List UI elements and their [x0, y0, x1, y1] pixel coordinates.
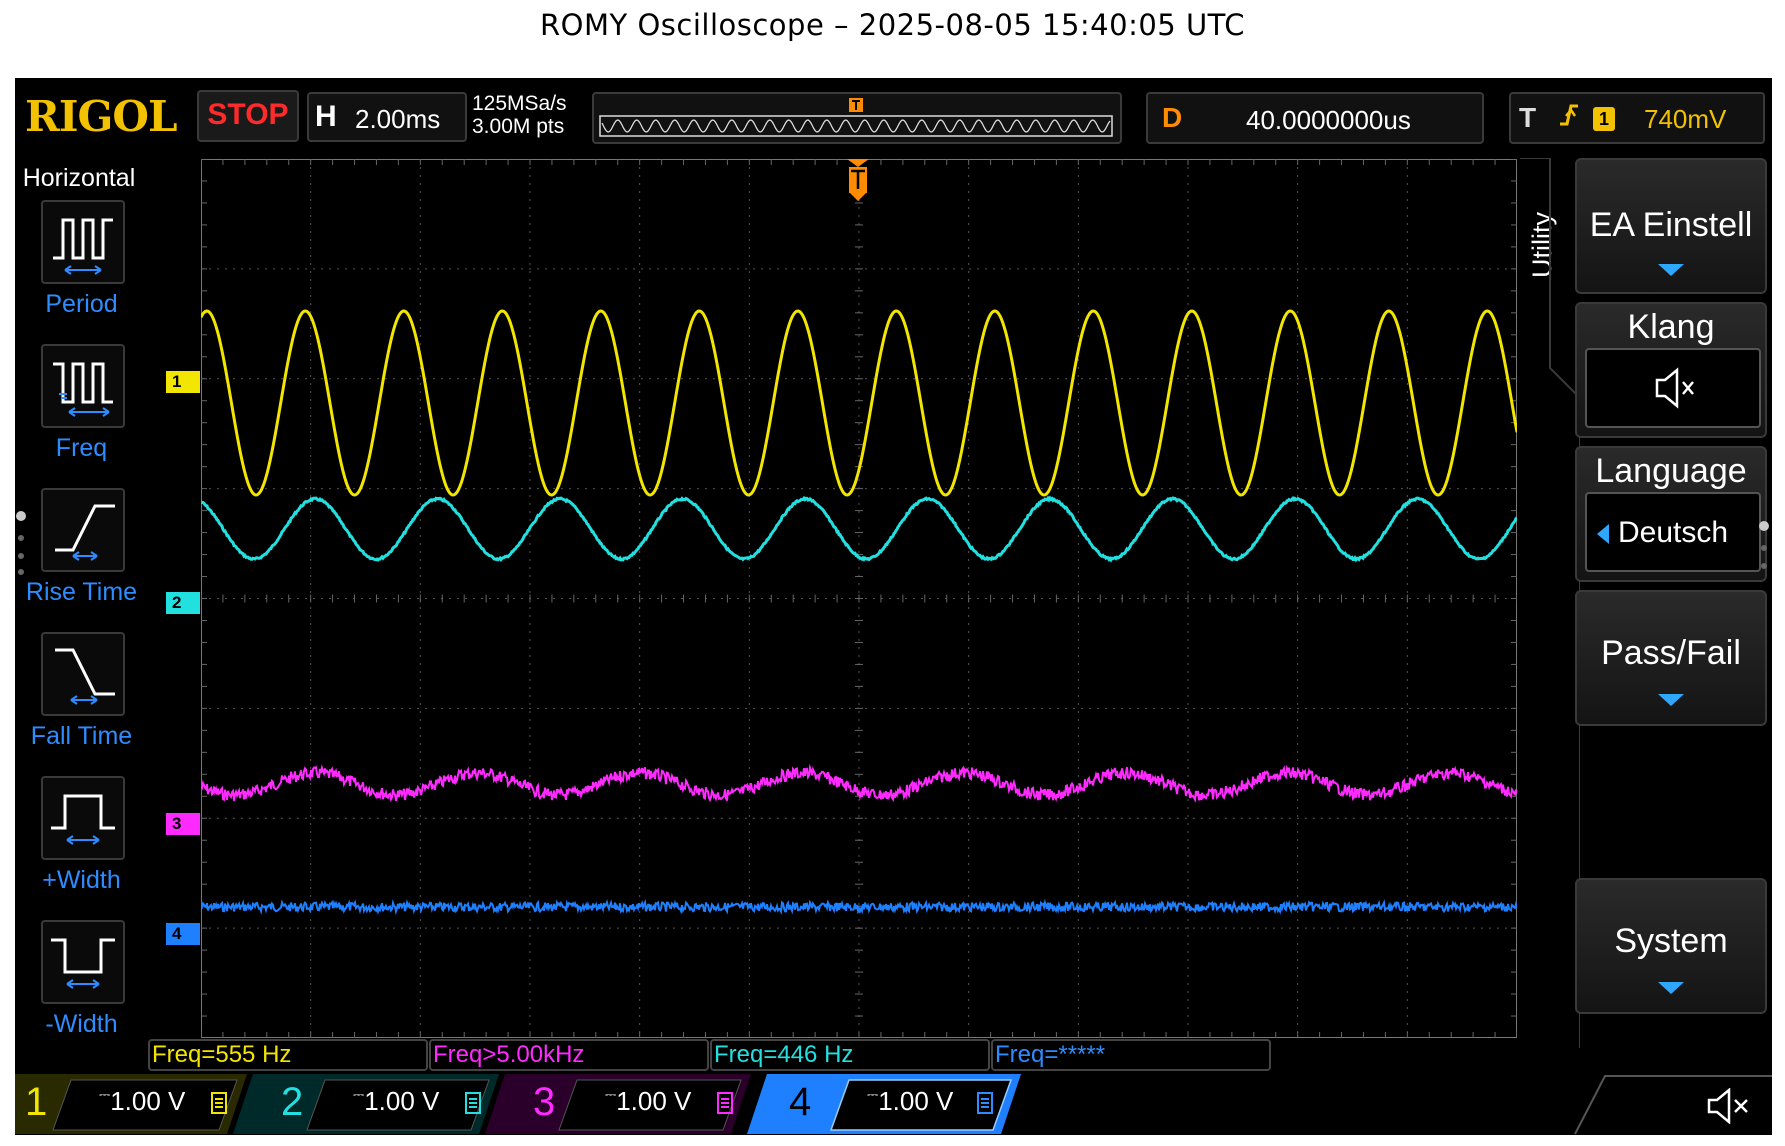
ea-einstell-label: EA Einstell [1589, 206, 1753, 244]
utility-menu: EA Einstell Klang Language Deutsch Pass/… [1535, 158, 1772, 1048]
fall-time-icon [41, 632, 125, 716]
left-scroll-dots [16, 511, 26, 575]
language-button[interactable]: Language Deutsch [1575, 446, 1767, 582]
measurement-ch4-freq[interactable]: Freq=***** [991, 1039, 1271, 1071]
waveform-display[interactable] [199, 158, 1519, 1039]
language-label: Language [1595, 452, 1747, 490]
language-value-box[interactable]: Deutsch [1585, 492, 1761, 572]
delay-label: D [1162, 102, 1183, 133]
negative-width-label: -Width [45, 1010, 118, 1038]
channel-2-bw-icon [465, 1092, 481, 1114]
run-stop-indicator[interactable]: STOP [197, 90, 299, 142]
chevron-down-icon [1658, 694, 1684, 706]
horizontal-timebase[interactable]: H 2.00ms [307, 92, 467, 142]
negative-width-icon [41, 920, 125, 1004]
channel-2-scale[interactable]: ⎓1.00 V [353, 1086, 439, 1117]
speaker-muted-icon[interactable] [1705, 1088, 1755, 1124]
chevron-down-icon [1658, 264, 1684, 276]
horizontal-measure-menu: Horizontal Period Freq Rise Time Fall Ti… [15, 158, 148, 1048]
memory-trigger-marker [849, 98, 863, 112]
trigger-label: T [1519, 102, 1537, 133]
channel-status-bar: 1 ⎓1.00 V 2 ⎓1.00 V 3 ⎓1.00 V 4 ⎓1.00 V [15, 1074, 1772, 1135]
language-value: Deutsch [1617, 516, 1729, 549]
channel-3-number[interactable]: 3 [533, 1080, 555, 1125]
positive-width-label: +Width [42, 866, 121, 894]
trigger-source: 1 [1593, 107, 1615, 131]
period-icon [41, 200, 125, 284]
rising-edge-icon [1557, 100, 1581, 137]
channel-3-marker[interactable]: 3 [166, 813, 200, 835]
oscilloscope-screen: RIGOL STOP H 2.00ms 125MSa/s 3.00M pts D… [15, 78, 1772, 1135]
channel-4-number[interactable]: 4 [789, 1080, 811, 1125]
speaker-muted-icon [1655, 367, 1694, 409]
memory-depth: 3.00M pts [472, 115, 565, 138]
brand-logo: RIGOL [25, 92, 178, 141]
period-label: Period [45, 290, 118, 318]
memory-overview-strip[interactable] [592, 92, 1122, 144]
page-title: ROMY Oscilloscope – 2025-08-05 15:40:05 … [540, 8, 1245, 42]
positive-width-icon [41, 776, 125, 860]
channel-4-scale-value: 1.00 V [878, 1086, 954, 1116]
right-scroll-dots [1759, 521, 1769, 569]
freq-label: Freq [55, 434, 108, 462]
horizontal-label: H [315, 100, 337, 133]
top-status-bar: RIGOL STOP H 2.00ms 125MSa/s 3.00M pts D… [15, 78, 1772, 156]
channel-3-bw-icon [717, 1092, 733, 1114]
delay-box[interactable]: D 40.0000000us [1146, 92, 1484, 144]
acquisition-info: 125MSa/s 3.00M pts [472, 92, 567, 138]
channel-2-number[interactable]: 2 [281, 1080, 303, 1125]
chevron-down-icon [1658, 982, 1684, 994]
trigger-level: 740mV [1644, 104, 1727, 134]
measure-negative-width-button[interactable]: -Width [15, 920, 148, 1060]
channel-1-scale[interactable]: ⎓1.00 V [99, 1086, 185, 1117]
channel-1-marker[interactable]: 1 [166, 371, 200, 393]
memory-waveform-preview [599, 98, 1113, 137]
channel-2-scale-value: 1.00 V [364, 1086, 440, 1116]
measure-positive-width-button[interactable]: +Width [15, 776, 148, 916]
freq-icon [41, 344, 125, 428]
measurement-ch2-freq[interactable]: Freq=446 Hz [710, 1039, 990, 1071]
rise-time-label: Rise Time [25, 578, 138, 606]
measurement-ch3-freq[interactable]: Freq>5.00kHz [429, 1039, 709, 1071]
channel-1-bw-icon [211, 1092, 227, 1114]
system-label: System [1614, 922, 1728, 960]
delay-value: 40.0000000us [1246, 105, 1411, 135]
trigger-box[interactable]: T 1 740mV [1509, 92, 1765, 144]
waveform-grid [199, 158, 1519, 1039]
fall-time-label: Fall Time [30, 722, 133, 750]
measurement-ch1-freq[interactable]: Freq=555 Hz [148, 1039, 428, 1071]
timebase-value: 2.00ms [355, 104, 441, 134]
channel-4-scale[interactable]: ⎓1.00 V [867, 1086, 953, 1117]
measure-fall-time-button[interactable]: Fall Time [15, 632, 148, 772]
channel-3-scale-value: 1.00 V [616, 1086, 692, 1116]
measure-period-button[interactable]: Period [15, 200, 148, 340]
pass-fail-label: Pass/Fail [1601, 634, 1741, 672]
klang-label: Klang [1627, 308, 1715, 346]
channel-4-marker[interactable]: 4 [166, 923, 200, 945]
channel-3-scale[interactable]: ⎓1.00 V [605, 1086, 691, 1117]
menu-title: Horizontal [22, 164, 136, 192]
sample-rate: 125MSa/s [472, 92, 567, 115]
pass-fail-button[interactable]: Pass/Fail [1575, 590, 1767, 726]
channel-2-marker[interactable]: 2 [166, 592, 200, 614]
measure-freq-button[interactable]: Freq [15, 344, 148, 484]
channel-1-number[interactable]: 1 [25, 1080, 47, 1125]
klang-value-box [1585, 348, 1761, 428]
measure-rise-time-button[interactable]: Rise Time [15, 488, 148, 628]
klang-button[interactable]: Klang [1575, 302, 1767, 438]
channel-1-scale-value: 1.00 V [110, 1086, 186, 1116]
channel-4-bw-icon [977, 1092, 993, 1114]
system-button[interactable]: System [1575, 878, 1767, 1014]
ea-einstell-button[interactable]: EA Einstell [1575, 158, 1767, 294]
rise-time-icon [41, 488, 125, 572]
